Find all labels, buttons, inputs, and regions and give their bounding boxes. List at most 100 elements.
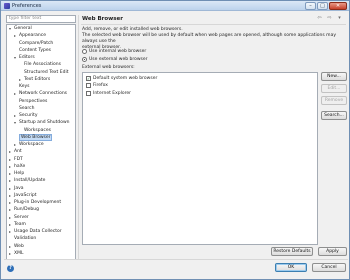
tree-item[interactable]: ▸ Run/Debug	[9, 207, 39, 213]
tree-item-label: Validation	[14, 236, 37, 242]
collapsed-twisty-icon[interactable]: ▸	[9, 215, 13, 221]
collapsed-twisty-icon[interactable]: ▸	[9, 222, 13, 228]
tree-item[interactable]: ▸ Team	[9, 222, 26, 228]
tree-item[interactable]: Web Browser	[14, 133, 53, 141]
collapsed-twisty-icon[interactable]: ▸	[9, 178, 13, 184]
close-button[interactable]: ✕	[329, 2, 347, 10]
expanded-twisty-icon[interactable]: ▾	[14, 55, 18, 61]
view-menu-icon[interactable]: ▾	[336, 15, 343, 21]
browser-list-item[interactable]: ✓ Default system web browser	[86, 75, 157, 81]
browser-checkbox[interactable]: ✓	[86, 75, 91, 81]
collapsed-twisty-icon[interactable]: ▸	[9, 157, 13, 163]
radio-external-browser[interactable]: Use external web browser	[82, 56, 148, 62]
forward-arrow-icon[interactable]: ⇨	[326, 15, 333, 21]
collapsed-twisty-icon[interactable]: ▸	[9, 149, 13, 155]
radio-internal-indicator[interactable]	[82, 48, 87, 54]
tree-item[interactable]: Keys	[14, 84, 30, 90]
expanded-twisty-icon[interactable]: ▾	[9, 26, 13, 32]
collapsed-twisty-icon[interactable]: ▸	[9, 193, 13, 199]
eclipse-icon	[4, 3, 10, 9]
radio-external-indicator[interactable]	[82, 56, 87, 62]
tree-item[interactable]: ▸ FDT	[9, 157, 23, 163]
tree-item[interactable]: ▸ Usage Data Collector	[9, 229, 62, 235]
tree-item-label: Appearance	[19, 33, 47, 39]
browser-checkbox[interactable]	[86, 90, 91, 96]
new-button[interactable]: New...	[321, 72, 347, 81]
radio-internal-browser[interactable]: Use internal web browser	[82, 48, 146, 54]
tree-item[interactable]: File Associations	[19, 62, 61, 68]
tree-item[interactable]: ▸ JavaScript	[9, 193, 37, 199]
collapsed-twisty-icon[interactable]: ▸	[19, 77, 23, 83]
tree-item[interactable]: ▸ Install/Update	[9, 178, 45, 184]
collapsed-twisty-icon[interactable]: ▸	[14, 113, 18, 119]
tree-item-label: Content Types	[19, 47, 52, 53]
restore-defaults-button[interactable]: Restore Defaults	[271, 247, 313, 256]
tree-item-label: JavaScript	[14, 192, 37, 198]
remove-button[interactable]: Remove	[321, 96, 347, 105]
tree-item-label: Keys	[19, 84, 30, 89]
tree-item[interactable]: ▸ Security	[14, 113, 37, 119]
cancel-button[interactable]: Cancel	[312, 263, 346, 272]
tree-item[interactable]: Workspaces	[19, 128, 51, 134]
collapsed-twisty-icon[interactable]: ▸	[9, 200, 13, 206]
minimize-button[interactable]: –	[305, 2, 316, 10]
tree-item[interactable]: Validation	[9, 236, 36, 242]
collapsed-twisty-icon[interactable]: ▸	[9, 244, 13, 250]
preference-tree[interactable]: ▾ General ▸ Appearance Compare/Patch Content …	[6, 24, 76, 260]
sash-divider[interactable]	[78, 15, 79, 260]
tree-item[interactable]: Perspectives	[14, 99, 47, 105]
tree-item[interactable]: ▸ Plug-in Development	[9, 200, 61, 206]
external-browsers-list[interactable]: ✓ Default system web browser Firefox Intern…	[82, 72, 318, 245]
collapsed-twisty-icon[interactable]: ▸	[9, 207, 13, 213]
tree-item-label: Editors	[19, 55, 35, 60]
tree-item[interactable]: Content Types	[14, 48, 51, 54]
tree-item[interactable]: ▸ Java	[9, 186, 24, 192]
collapsed-twisty-icon[interactable]: ▸	[9, 251, 13, 257]
leaf-spacer	[19, 128, 23, 134]
tree-item[interactable]: ▸ Network Connections	[14, 91, 67, 97]
tree-item[interactable]: ▸ Workspace	[14, 142, 44, 148]
tree-item[interactable]: Compare/Patch	[14, 41, 53, 47]
search-button[interactable]: Search...	[321, 111, 347, 120]
apply-button[interactable]: Apply	[318, 247, 347, 256]
leaf-spacer	[19, 62, 23, 68]
browser-checkbox[interactable]	[86, 83, 91, 88]
tree-item-label: Workspaces	[24, 127, 51, 133]
expanded-twisty-icon[interactable]: ▾	[14, 120, 18, 126]
collapsed-twisty-icon[interactable]: ▸	[9, 164, 13, 170]
tree-item[interactable]: ▸ XML	[9, 251, 23, 257]
tree-item-label: Search	[19, 105, 35, 111]
browser-label: Internet Explorer	[93, 90, 132, 96]
radio-internal-label: Use internal web browser	[89, 48, 147, 54]
collapsed-twisty-icon[interactable]: ▸	[14, 91, 18, 97]
tree-item[interactable]: ▾ Startup and Shutdown	[14, 120, 70, 126]
tree-item[interactable]: ▸ Ant	[9, 149, 22, 155]
collapsed-twisty-icon[interactable]: ▸	[14, 33, 18, 39]
tree-item[interactable]: ▸ Appearance	[14, 33, 46, 39]
tree-item-label: Install/Update	[14, 178, 46, 184]
filter-input[interactable]: type filter text	[6, 15, 76, 23]
tree-item[interactable]: Structured Text Edit	[19, 70, 68, 76]
collapsed-twisty-icon[interactable]: ▸	[9, 171, 13, 177]
maximize-button[interactable]: □	[317, 2, 328, 10]
tree-item[interactable]: Search	[14, 106, 34, 112]
collapsed-twisty-icon[interactable]: ▸	[9, 186, 13, 192]
collapsed-twisty-icon[interactable]: ▸	[9, 229, 13, 235]
collapsed-twisty-icon[interactable]: ▸	[14, 142, 18, 148]
back-arrow-icon[interactable]: ⇦	[316, 15, 323, 21]
leaf-spacer	[14, 84, 18, 90]
tree-item[interactable]: ▾ Editors	[14, 55, 35, 61]
tree-item[interactable]: ▸ Help	[9, 171, 24, 177]
ok-button[interactable]: OK	[275, 263, 307, 272]
tree-item[interactable]: ▾ General	[9, 26, 32, 32]
help-icon[interactable]: ?	[7, 265, 14, 272]
tree-item[interactable]: ▸ Text Editors	[19, 77, 50, 83]
browser-list-item[interactable]: Firefox	[86, 83, 108, 89]
edit-button[interactable]: Edit...	[321, 84, 347, 93]
leaf-spacer	[14, 135, 18, 141]
tree-item[interactable]: ▸ Server	[9, 215, 29, 221]
tree-item-label: Structured Text Edit	[24, 69, 69, 75]
tree-item[interactable]: ▸ haXe	[9, 164, 25, 170]
browser-list-item[interactable]: Internet Explorer	[86, 90, 131, 96]
tree-item[interactable]: ▸ Web	[9, 244, 24, 250]
